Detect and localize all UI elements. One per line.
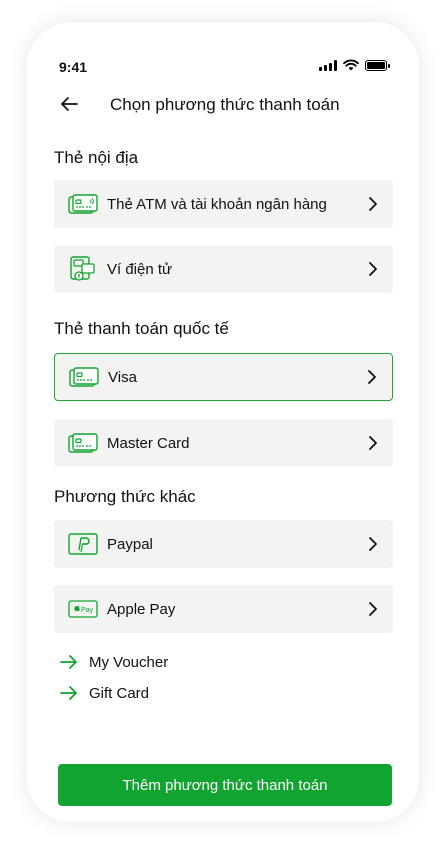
signal-icon — [319, 59, 337, 71]
section-title-international: Thẻ thanh toán quốc tế — [54, 319, 229, 338]
status-icons — [319, 59, 390, 71]
status-time: 9:41 — [59, 59, 88, 75]
payment-row-paypal[interactable]: Paypal — [54, 520, 393, 568]
payment-row-label: Paypal — [107, 535, 153, 553]
credit-card-icon — [68, 363, 100, 391]
payment-row-ewallet[interactable]: Ví điện tử — [54, 245, 393, 293]
phone-frame: 9:41 Chọn phương thức thanh toán Thẻ nội… — [27, 22, 419, 822]
payment-row-mastercard[interactable]: Master Card — [54, 419, 393, 467]
payment-row-label: Thẻ ATM và tài khoản ngân hàng — [107, 195, 327, 213]
wifi-icon — [343, 59, 359, 71]
arrow-right-icon — [60, 686, 77, 700]
arrow-right-icon — [60, 655, 77, 669]
my-voucher-label: My Voucher — [89, 653, 169, 671]
status-bar: 9:41 — [27, 22, 419, 82]
page-title: Chọn phương thức thanh toán — [110, 95, 340, 114]
section-title-domestic: Thẻ nội địa — [54, 148, 139, 167]
chevron-right-icon — [368, 370, 376, 384]
bank-card-icon — [67, 190, 99, 218]
credit-card-icon — [67, 429, 99, 457]
chevron-right-icon — [369, 537, 377, 551]
battery-icon — [365, 59, 390, 71]
payment-row-label: Master Card — [107, 434, 190, 452]
section-title-other: Phương thức khác — [54, 487, 196, 506]
chevron-right-icon — [369, 262, 377, 276]
back-arrow-icon[interactable] — [57, 92, 81, 116]
chevron-right-icon — [369, 602, 377, 616]
payment-row-applepay[interactable]: Pay Apple Pay — [54, 585, 393, 633]
chevron-right-icon — [369, 436, 377, 450]
gift-card-link[interactable]: Gift Card — [60, 683, 149, 703]
payment-row-label: Ví điện tử — [107, 260, 173, 278]
gift-card-label: Gift Card — [89, 684, 150, 702]
payment-row-visa[interactable]: Visa — [54, 353, 393, 401]
chevron-right-icon — [369, 197, 377, 211]
apple-pay-icon: Pay — [67, 595, 99, 623]
paypal-icon — [67, 530, 99, 558]
payment-row-label: Visa — [108, 368, 137, 386]
payment-row-label: Apple Pay — [107, 600, 176, 618]
apple-pay-badge-text: Pay — [81, 607, 94, 614]
my-voucher-link[interactable]: My Voucher — [60, 652, 168, 672]
header: Chọn phương thức thanh toán — [27, 90, 419, 122]
e-wallet-icon — [67, 255, 99, 283]
add-payment-method-button[interactable]: Thêm phương thức thanh toán — [58, 764, 392, 806]
payment-row-atm[interactable]: Thẻ ATM và tài khoản ngân hàng — [54, 180, 393, 228]
